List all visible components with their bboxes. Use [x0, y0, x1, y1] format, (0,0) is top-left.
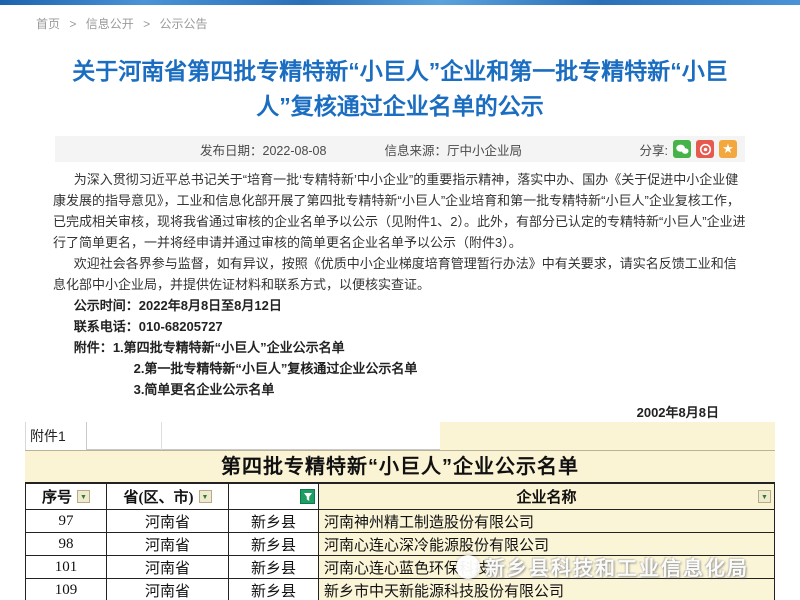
- company-table: 序号 ▼ 省(区、市) ▼ 企业名称 ▼: [25, 482, 775, 600]
- attachment-link-1[interactable]: 1.第四批专精特新“小巨人”企业公示名单: [113, 337, 345, 358]
- table-row: 109 河南省 新乡县 新乡市中天新能源科技股份有限公司: [26, 579, 775, 600]
- article-body: 为深入贯彻习近平总书记关于“培育一批‘专精特新’中小企业”的重要指示精神，落实中…: [53, 169, 747, 423]
- col-header-company: 企业名称 ▼: [319, 484, 775, 510]
- funnel-glyph: [303, 492, 313, 502]
- wechat-share-icon[interactable]: [673, 140, 691, 158]
- table-row: 97 河南省 新乡县 河南神州精工制造股份有限公司: [26, 510, 775, 533]
- cell-seq: 101: [26, 556, 107, 579]
- cell-county: 新乡县: [229, 510, 319, 533]
- col-header-seq-label: 序号: [42, 486, 72, 507]
- share-bar: 分享: ★: [640, 140, 737, 159]
- publish-date-label: 发布日期：: [200, 144, 263, 158]
- weibo-eye-glyph: [699, 143, 712, 156]
- share-label: 分享:: [640, 140, 668, 159]
- cell-seq: 97: [26, 510, 107, 533]
- cell-county: 新乡县: [229, 556, 319, 579]
- info-source-value: 厅中小企业局: [447, 144, 522, 158]
- breadcrumb-separator: >: [143, 17, 150, 31]
- col-header-company-label: 企业名称: [516, 486, 576, 507]
- info-source-label: 信息来源：: [384, 144, 447, 158]
- col-header-seq: 序号 ▼: [26, 484, 107, 510]
- attachment-1-cell: 附件1: [25, 422, 87, 450]
- filter-dropdown-icon[interactable]: ▼: [77, 490, 90, 503]
- cell-county: 新乡县: [229, 533, 319, 556]
- filter-dropdown-icon[interactable]: ▼: [199, 490, 212, 503]
- breadcrumb-info-disclosure[interactable]: 信息公开: [86, 17, 134, 31]
- cell-province: 河南省: [107, 510, 229, 533]
- sign-date: 2002年8月8日: [53, 402, 747, 423]
- table-row: 98 河南省 新乡县 河南心连心深冷能源股份有限公司: [26, 533, 775, 556]
- wechat-bubbles-glyph: [676, 144, 689, 155]
- spreadsheet-top-row: 附件1: [25, 422, 775, 450]
- filter-dropdown-icon[interactable]: ▼: [758, 490, 771, 503]
- meta-bar: 发布日期：2022-08-08 信息来源：厅中小企业局 分享: ★: [55, 136, 745, 162]
- paragraph-supervision: 欢迎社会各界参与监督，如有异议，按照《优质中小企业梯度培育管理暂行办法》中有关要…: [53, 253, 747, 295]
- contact-phone-line: 联系电话：010-68205727: [53, 316, 747, 337]
- public-period-line: 公示时间：2022年8月8日至8月12日: [53, 295, 747, 316]
- attachment-1-spreadsheet: 附件1 第四批专精特新“小巨人”企业公示名单 序号 ▼ 省(区、市) ▼: [0, 422, 800, 600]
- gridline: [161, 422, 162, 450]
- publish-date-value: 2022-08-08: [263, 144, 327, 158]
- cell-company: 新乡市中天新能源科技股份有限公司: [319, 579, 775, 600]
- cell-seq: 109: [26, 579, 107, 600]
- table-header-row: 序号 ▼ 省(区、市) ▼ 企业名称 ▼: [26, 484, 775, 510]
- cell-seq: 98: [26, 533, 107, 556]
- cell-company: 河南心连心蓝色环保科技: [319, 556, 775, 579]
- attachment-link-2[interactable]: 2.第一批专精特新“小巨人”复核通过企业公示名单: [53, 358, 747, 379]
- paragraph-intro: 为深入贯彻习近平总书记关于“培育一批‘专精特新’中小企业”的重要指示精神，落实中…: [53, 169, 747, 253]
- favorite-star-icon[interactable]: ★: [719, 140, 737, 158]
- weibo-share-icon[interactable]: [696, 140, 714, 158]
- col-header-county: [229, 484, 319, 510]
- cell-province: 河南省: [107, 556, 229, 579]
- page: 首页 > 信息公开 > 公示公告 关于河南省第四批专精特新“小巨人”企业和第一批…: [0, 0, 800, 600]
- page-title: 关于河南省第四批专精特新“小巨人”企业和第一批专精特新“小巨人”复核通过企业名单…: [60, 54, 740, 124]
- cell-province: 河南省: [107, 579, 229, 600]
- yellow-fill-strip: [440, 422, 775, 450]
- cell-province: 河南省: [107, 533, 229, 556]
- breadcrumb-current: 公示公告: [159, 17, 207, 31]
- table-row: 101 河南省 新乡县 河南心连心蓝色环保科技: [26, 556, 775, 579]
- publish-date: 发布日期：2022-08-08: [200, 140, 326, 159]
- cell-company: 河南心连心深冷能源股份有限公司: [319, 533, 775, 556]
- attachment-link-3[interactable]: 3.简单更名企业公示名单: [53, 379, 747, 400]
- breadcrumb-home[interactable]: 首页: [36, 17, 60, 31]
- col-header-province: 省(区、市) ▼: [107, 484, 229, 510]
- breadcrumb: 首页 > 信息公开 > 公示公告: [36, 15, 207, 32]
- attachment-list: 附件： 1.第四批专精特新“小巨人”企业公示名单: [53, 337, 747, 358]
- info-source: 信息来源：厅中小企业局: [384, 140, 522, 159]
- cell-company: 河南神州精工制造股份有限公司: [319, 510, 775, 533]
- col-header-province-label: 省(区、市): [124, 486, 194, 507]
- top-nav-bar-edge: [0, 0, 800, 5]
- breadcrumb-separator: >: [69, 17, 76, 31]
- table-title: 第四批专精特新“小巨人”企业公示名单: [25, 450, 775, 482]
- cell-county: 新乡县: [229, 579, 319, 600]
- active-filter-funnel-icon[interactable]: [300, 489, 315, 504]
- attachments-label: 附件：: [53, 337, 113, 358]
